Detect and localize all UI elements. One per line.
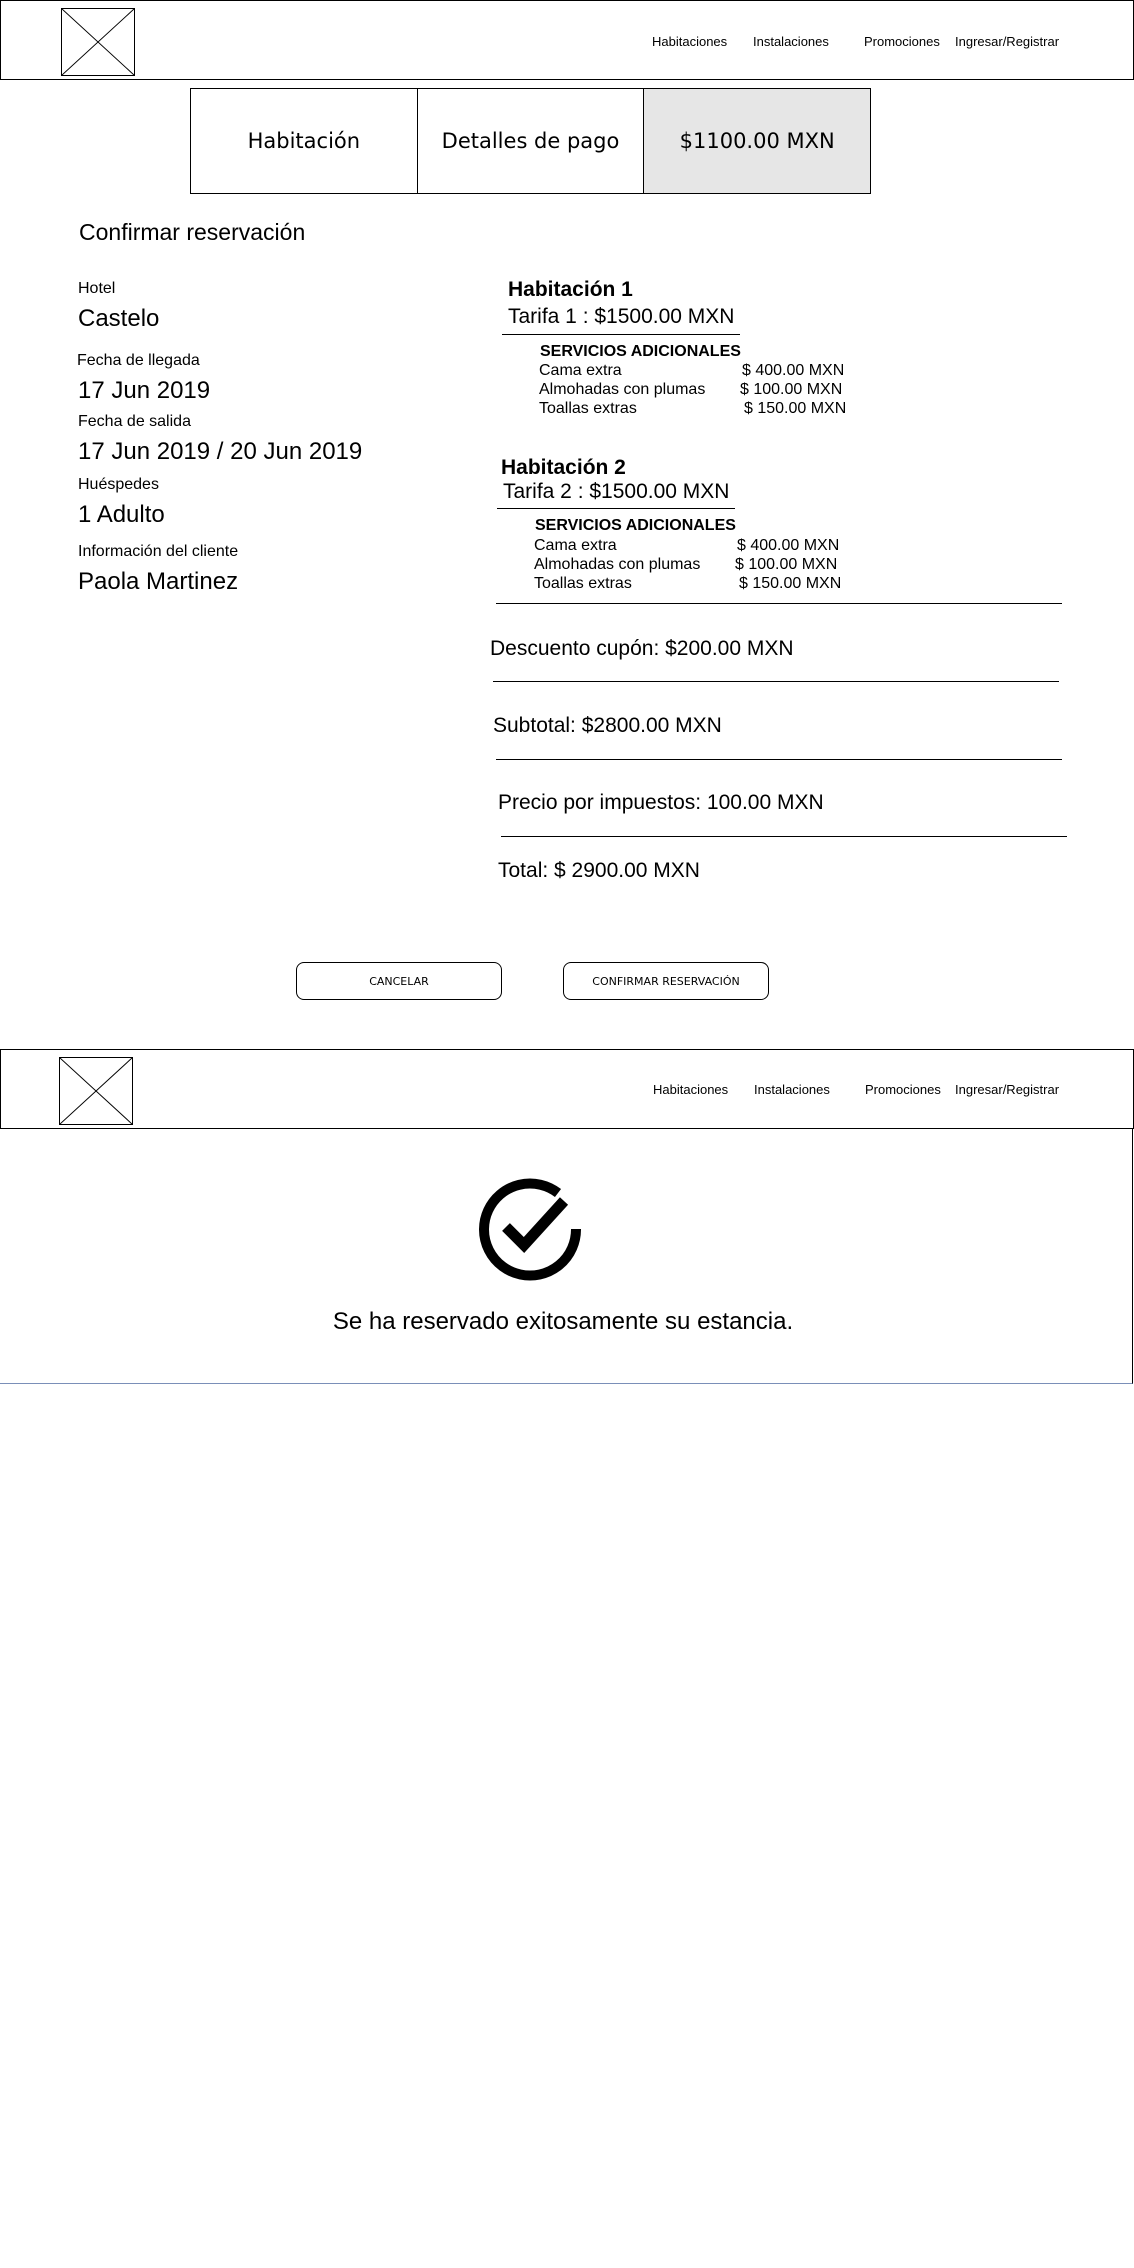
summary-divider — [501, 836, 1067, 837]
hotel-label: Hotel — [78, 280, 116, 297]
room-1-service-price: $ 100.00 MXN — [740, 381, 843, 398]
summary-divider — [496, 759, 1062, 760]
nav-link-promociones[interactable]: Promociones — [865, 1082, 941, 1097]
nav-link-login-register[interactable]: Ingresar/Registrar — [955, 1082, 1059, 1097]
arrival-label: Fecha de llegada — [77, 352, 200, 369]
room-2-service-name: Toallas extras — [534, 575, 632, 592]
nav-link-habitaciones[interactable]: Habitaciones — [653, 1082, 728, 1097]
room-1-service-name: Toallas extras — [539, 400, 637, 417]
cancel-button[interactable]: CANCELAR — [296, 962, 502, 1000]
step-habitacion[interactable]: Habitación — [191, 89, 417, 193]
page-title: Confirmar reservación — [79, 219, 306, 245]
room-1-service-price: $ 400.00 MXN — [742, 362, 845, 379]
arrival-value: 17 Jun 2019 — [78, 377, 211, 404]
departure-label: Fecha de salida — [78, 413, 191, 430]
room-2-rate: Tarifa 2 : $1500.00 MXN — [503, 480, 730, 503]
nav-link-login-register[interactable]: Ingresar/Registrar — [955, 34, 1059, 49]
hotel-value: Castelo — [78, 305, 160, 332]
success-message: Se ha reservado exitosamente su estancia… — [332, 1308, 794, 1335]
departure-value: 17 Jun 2019 / 20 Jun 2019 — [78, 438, 363, 465]
nav-link-instalaciones[interactable]: Instalaciones — [754, 1082, 830, 1097]
top-navbar-confirmation: Habitaciones Instalaciones Promociones I… — [0, 1049, 1134, 1129]
room-2-service-price: $ 150.00 MXN — [739, 575, 842, 592]
room-2-services-heading: SERVICIOS ADICIONALES — [535, 517, 736, 534]
confirm-reservation-button[interactable]: CONFIRMAR RESERVACIÓN — [563, 962, 769, 1000]
room-2-title: Habitación 2 — [501, 456, 626, 479]
room-2-service-price: $ 400.00 MXN — [737, 537, 840, 554]
summary-divider — [496, 603, 1062, 604]
logo-placeholder-icon[interactable] — [59, 1057, 133, 1125]
nav-link-promociones[interactable]: Promociones — [864, 34, 940, 49]
top-navbar: Habitaciones Instalaciones Promociones I… — [0, 0, 1134, 80]
room-1-services-heading: SERVICIOS ADICIONALES — [540, 343, 741, 360]
confirmation-panel: Se ha reservado exitosamente su estancia… — [0, 1128, 1133, 1384]
room-1-service-price: $ 150.00 MXN — [744, 400, 847, 417]
taxes-amount: Precio por impuestos: 100.00 MXN — [498, 791, 824, 814]
room-2-service-name: Almohadas con plumas — [534, 556, 701, 573]
room-2-service-name: Cama extra — [534, 537, 617, 554]
check-circle-icon — [479, 1178, 582, 1281]
guests-label: Huéspedes — [78, 476, 159, 493]
client-info-label: Información del cliente — [78, 543, 239, 560]
summary-divider — [493, 681, 1059, 682]
total-amount: Total: $ 2900.00 MXN — [498, 859, 700, 882]
nav-link-instalaciones[interactable]: Instalaciones — [753, 34, 829, 49]
nav-link-habitaciones[interactable]: Habitaciones — [652, 34, 727, 49]
guests-value: 1 Adulto — [78, 501, 165, 528]
room-1-service-name: Cama extra — [539, 362, 622, 379]
room-1-title: Habitación 1 — [508, 278, 633, 301]
logo-placeholder-icon[interactable] — [61, 8, 135, 76]
room-1-rate-divider — [502, 334, 740, 335]
room-2-rate-divider — [497, 508, 735, 509]
discount-amount: Descuento cupón: $200.00 MXN — [490, 637, 794, 660]
room-1-rate: Tarifa 1 : $1500.00 MXN — [508, 305, 735, 328]
subtotal-amount: Subtotal: $2800.00 MXN — [493, 714, 722, 737]
step-detalles-pago[interactable]: Detalles de pago — [416, 89, 644, 193]
room-1-service-name: Almohadas con plumas — [539, 381, 706, 398]
step-total-price[interactable]: $1100.00 MXN — [643, 89, 871, 193]
client-info-value: Paola Martinez — [78, 568, 239, 595]
booking-steps: Habitación Detalles de pago $1100.00 MXN — [190, 88, 871, 194]
room-2-service-price: $ 100.00 MXN — [735, 556, 838, 573]
